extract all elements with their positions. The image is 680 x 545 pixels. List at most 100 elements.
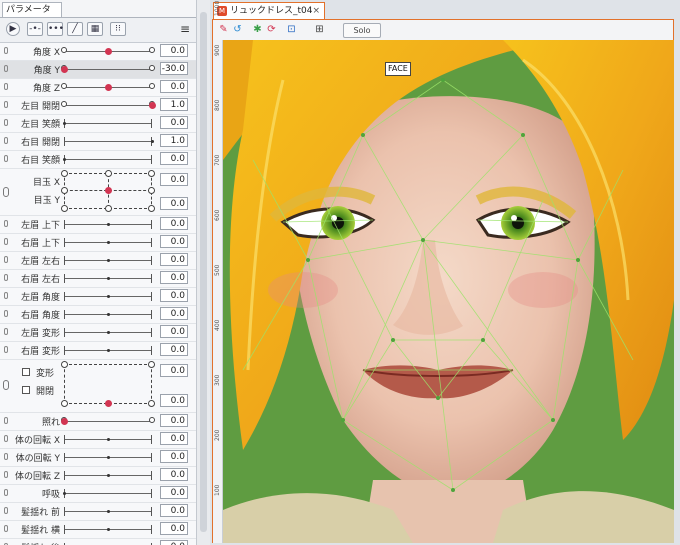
- parameter-value-field[interactable]: 0.0: [160, 307, 188, 320]
- mouth-form-value[interactable]: 0.0: [160, 364, 188, 377]
- slider-handle[interactable]: [107, 223, 110, 226]
- parameter-value-field[interactable]: 0.0: [160, 432, 188, 445]
- parameter-row[interactable]: 体の回転 Z 0.0: [0, 467, 196, 485]
- parameter-row[interactable]: 左眉 変形 0.0: [0, 324, 196, 342]
- parameter-value-field[interactable]: 0.0: [160, 486, 188, 499]
- parameter-row[interactable]: 髪揺れ 前 0.0: [0, 503, 196, 521]
- eyeball-2d-slider[interactable]: [61, 170, 155, 212]
- parameter-value-field[interactable]: 0.0: [160, 325, 188, 338]
- slider-handle[interactable]: [151, 140, 154, 143]
- grid-view-icon[interactable]: ⊞: [313, 24, 326, 36]
- parameter-value-field[interactable]: 0.0: [160, 217, 188, 230]
- slider-handle[interactable]: [63, 122, 66, 125]
- rotate-icon[interactable]: ↺: [231, 24, 244, 36]
- parameter-value-field[interactable]: 0.0: [160, 80, 188, 93]
- link-icon[interactable]: [3, 380, 9, 390]
- slider-handle[interactable]: [107, 331, 110, 334]
- parameter-value-field[interactable]: 0.0: [160, 343, 188, 356]
- close-tab-icon[interactable]: ×: [312, 3, 320, 20]
- slider-handle[interactable]: [107, 528, 110, 531]
- parameter-value-field[interactable]: 0.0: [160, 289, 188, 302]
- dots-grid-icon[interactable]: ⁝⁝: [110, 22, 126, 36]
- parameter-row[interactable]: 角度 Z 0.0: [0, 79, 196, 97]
- slider-handle[interactable]: [61, 418, 68, 425]
- parameter-row[interactable]: 角度 X 0.0: [0, 43, 196, 61]
- parameter-row[interactable]: 体の回転 X 0.0: [0, 431, 196, 449]
- slider-handle[interactable]: [107, 438, 110, 441]
- eyeball-y-value[interactable]: 0.0: [160, 197, 188, 210]
- parameter-slider[interactable]: [64, 69, 152, 70]
- parameter-value-field[interactable]: 0.0: [160, 468, 188, 481]
- parameter-scrollbar[interactable]: [196, 0, 211, 545]
- parameter-row[interactable]: 呼吸 0.0: [0, 485, 196, 503]
- parameter-value-field[interactable]: 0.0: [160, 504, 188, 517]
- model-canvas[interactable]: FACE: [223, 40, 674, 543]
- slider-handle[interactable]: [105, 84, 112, 91]
- fit-view-icon[interactable]: ⊡: [285, 24, 298, 36]
- parameter-row[interactable]: 右眉 上下 0.0: [0, 234, 196, 252]
- parameter-value-field[interactable]: 0.0: [160, 540, 188, 545]
- slider-handle[interactable]: [107, 277, 110, 280]
- grid-icon[interactable]: ▦: [87, 22, 103, 36]
- refresh-icon[interactable]: ⟳: [265, 24, 278, 36]
- slider-handle[interactable]: [149, 102, 156, 109]
- eyeball-x-value[interactable]: 0.0: [160, 173, 188, 186]
- parameter-row[interactable]: 左眉 上下 0.0: [0, 216, 196, 234]
- parameter-value-field[interactable]: -30.0: [160, 62, 188, 75]
- mouth-open-value[interactable]: 0.0: [160, 394, 188, 407]
- parameter-row[interactable]: 髪揺れ 後 0.0: [0, 539, 196, 545]
- slider-handle[interactable]: [107, 313, 110, 316]
- slider-handle[interactable]: [107, 241, 110, 244]
- slider-handle[interactable]: [107, 349, 110, 352]
- parameter-row[interactable]: 右眉 左右 0.0: [0, 270, 196, 288]
- parameter-row[interactable]: 右目 笑顔 0.0: [0, 151, 196, 169]
- face-part-label[interactable]: FACE: [385, 62, 411, 76]
- parameter-row[interactable]: 右眉 角度 0.0: [0, 306, 196, 324]
- parameter-value-field[interactable]: 0.0: [160, 271, 188, 284]
- parameter-row[interactable]: 左目 開閉 1.0: [0, 97, 196, 115]
- parameter-value-field[interactable]: 0.0: [160, 450, 188, 463]
- slider-handle[interactable]: [63, 158, 66, 161]
- parameter-value-field[interactable]: 0.0: [160, 414, 188, 427]
- parameter-value-field[interactable]: 1.0: [160, 134, 188, 147]
- parameter-value-field[interactable]: 0.0: [160, 44, 188, 57]
- parameter-row[interactable]: 左眉 角度 0.0: [0, 288, 196, 306]
- slider-handle[interactable]: [105, 48, 112, 55]
- mouth-2d-slider[interactable]: [61, 361, 155, 407]
- play-icon[interactable]: ▶: [6, 22, 20, 36]
- parameter-row[interactable]: 左眉 左右 0.0: [0, 252, 196, 270]
- parameter-row[interactable]: 体の回転 Y 0.0: [0, 449, 196, 467]
- solo-button[interactable]: Solo: [343, 23, 381, 38]
- parameter-slider[interactable]: [64, 421, 152, 422]
- parameter-row[interactable]: 髪揺れ 横 0.0: [0, 521, 196, 539]
- mouth-open-checkbox[interactable]: [22, 386, 30, 394]
- parameter-value-field[interactable]: 0.0: [160, 253, 188, 266]
- parameter-slider[interactable]: [64, 159, 152, 160]
- parameter-tab[interactable]: パラメータ: [2, 2, 62, 17]
- parameter-row[interactable]: 角度 Y -30.0: [0, 61, 196, 79]
- document-tab[interactable]: M リュックドレス_t04 ×: [213, 2, 325, 20]
- slider-handle[interactable]: [63, 492, 66, 495]
- mouth-marker[interactable]: [105, 400, 112, 407]
- slider-handle[interactable]: [107, 259, 110, 262]
- parameter-value-field[interactable]: 0.0: [160, 235, 188, 248]
- link-keys-icon[interactable]: -•-: [27, 22, 43, 36]
- deformer-icon[interactable]: ✱: [251, 24, 264, 36]
- parameter-value-field[interactable]: 0.0: [160, 116, 188, 129]
- remove-keys-icon[interactable]: ╱: [67, 22, 83, 36]
- parameter-slider[interactable]: [64, 493, 152, 494]
- slider-handle[interactable]: [61, 66, 68, 73]
- parameter-row[interactable]: 照れ 0.0: [0, 413, 196, 431]
- slider-handle[interactable]: [107, 295, 110, 298]
- slider-handle[interactable]: [107, 474, 110, 477]
- parameter-value-field[interactable]: 0.0: [160, 522, 188, 535]
- slider-handle[interactable]: [107, 456, 110, 459]
- parameter-row[interactable]: 右目 開閉 1.0: [0, 133, 196, 151]
- mouth-parameter-block[interactable]: 変形 開閉 0.0 0.0: [0, 360, 196, 413]
- parameter-value-field[interactable]: 0.0: [160, 152, 188, 165]
- scrollbar-thumb[interactable]: [200, 12, 207, 532]
- eyeball-parameter-block[interactable]: 目玉 X 目玉 Y 0.0 0.0: [0, 169, 196, 216]
- add-keys-icon[interactable]: •••: [47, 22, 64, 36]
- eyeball-marker[interactable]: [105, 187, 112, 194]
- slider-handle[interactable]: [107, 510, 110, 513]
